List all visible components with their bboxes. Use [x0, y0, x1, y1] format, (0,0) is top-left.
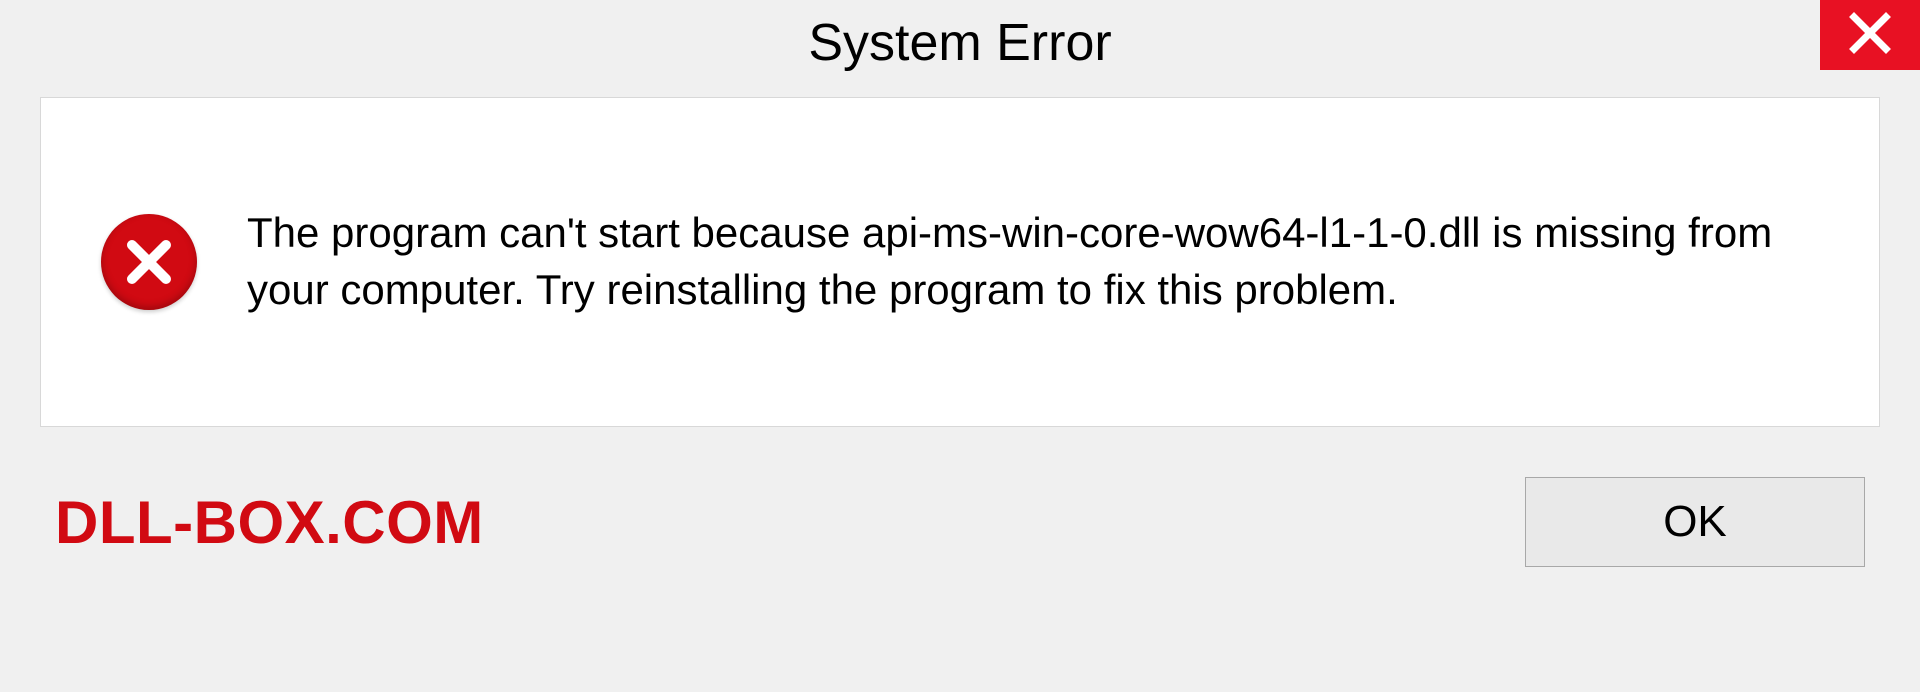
error-message: The program can't start because api-ms-w…: [247, 205, 1839, 318]
message-panel: The program can't start because api-ms-w…: [40, 97, 1880, 427]
error-icon-wrap: [101, 214, 197, 310]
titlebar: System Error: [0, 0, 1920, 85]
error-icon: [101, 214, 197, 310]
watermark-text: DLL-BOX.COM: [55, 488, 484, 557]
close-icon: [1848, 11, 1892, 60]
dialog-footer: DLL-BOX.COM OK: [0, 427, 1920, 567]
close-button[interactable]: [1820, 0, 1920, 70]
ok-button[interactable]: OK: [1525, 477, 1865, 567]
dialog-title: System Error: [808, 13, 1111, 73]
